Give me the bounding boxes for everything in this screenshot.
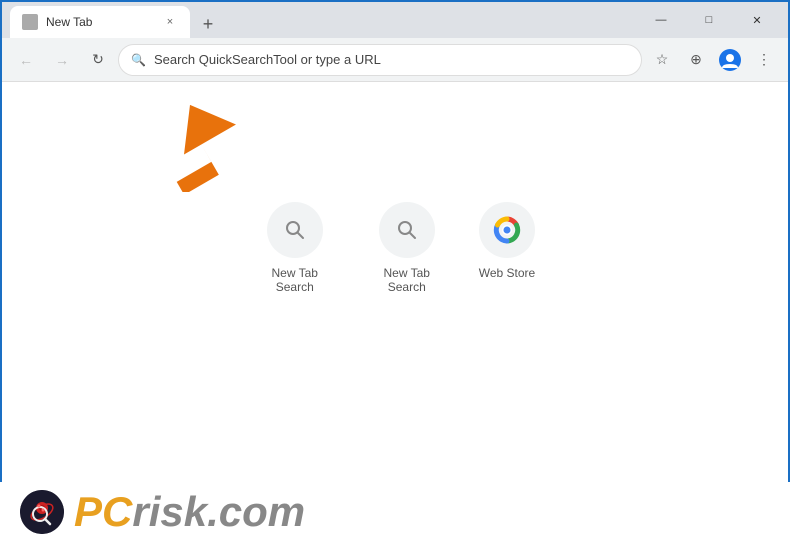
account-icon[interactable] — [714, 44, 746, 76]
tab-strip: New Tab × + — [10, 2, 222, 38]
tab-favicon — [22, 14, 38, 30]
arrow-annotation — [132, 102, 262, 197]
brand-risk: risk.com — [132, 488, 305, 535]
shortcut-new-tab-search-2[interactable]: New Tab Search — [367, 202, 447, 294]
forward-button[interactable]: → — [46, 44, 78, 76]
shortcut-label-3: Web Store — [479, 266, 535, 280]
shortcut-new-tab-search-1[interactable]: New Tab Search — [255, 202, 335, 294]
page-content: New Tab Search New Tab Search — [2, 82, 788, 484]
new-tab-button[interactable]: + — [194, 10, 222, 38]
shortcut-label-2: New Tab Search — [367, 266, 447, 294]
brand-logo — [20, 490, 64, 534]
menu-icon[interactable]: ⋮ — [748, 44, 780, 76]
address-bar[interactable]: 🔍 Search QuickSearchTool or type a URL — [118, 44, 642, 76]
brand-text: PCrisk.com — [74, 491, 305, 533]
window-controls: — □ ✕ — [638, 2, 780, 38]
address-text: Search QuickSearchTool or type a URL — [154, 52, 381, 67]
close-button[interactable]: ✕ — [734, 2, 780, 38]
shortcut-label-1: New Tab Search — [255, 266, 335, 294]
refresh-button[interactable]: ↻ — [82, 44, 114, 76]
browser-toolbar: ← → ↻ 🔍 Search QuickSearchTool or type a… — [2, 38, 788, 82]
toolbar-right: ☆ ⊕ ⋮ — [646, 44, 780, 76]
shortcuts-area: New Tab Search New Tab Search — [255, 202, 535, 294]
shortcut-icon-webstore — [479, 202, 535, 258]
back-button[interactable]: ← — [10, 44, 42, 76]
title-bar: New Tab × + — □ ✕ — [2, 2, 788, 38]
lens-icon[interactable]: ⊕ — [680, 44, 712, 76]
shortcut-icon-search-2 — [379, 202, 435, 258]
brand-pc: PC — [74, 488, 132, 535]
tab-label: New Tab — [46, 15, 154, 29]
tab-close-btn[interactable]: × — [162, 14, 178, 30]
shortcut-icon-search-1 — [267, 202, 323, 258]
search-icon: 🔍 — [131, 53, 146, 67]
shortcut-web-store[interactable]: Web Store — [479, 202, 535, 294]
maximize-button[interactable]: □ — [686, 2, 732, 38]
minimize-button[interactable]: — — [638, 2, 684, 38]
branding-footer: PCrisk.com — [0, 482, 790, 542]
active-tab[interactable]: New Tab × — [10, 6, 190, 38]
bookmark-icon[interactable]: ☆ — [646, 44, 678, 76]
